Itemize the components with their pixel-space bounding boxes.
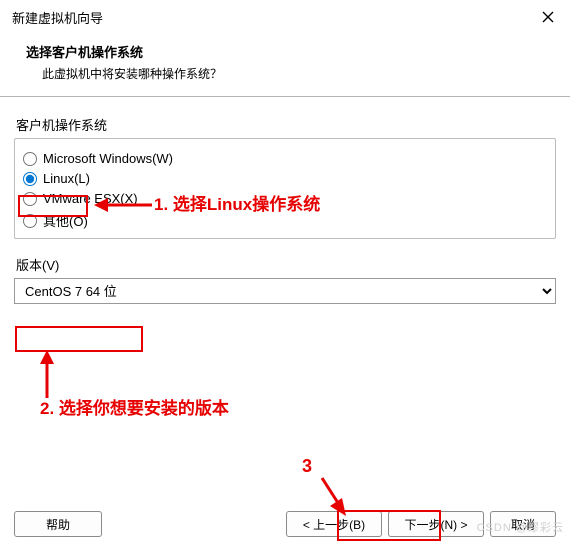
radio-other[interactable] [23, 214, 37, 228]
page-title: 选择客户机操作系统 [26, 42, 544, 61]
next-button[interactable]: 下一步(N) > [388, 511, 484, 537]
back-button[interactable]: < 上一步(B) [286, 511, 382, 537]
annotation-arrow-2 [32, 350, 62, 400]
os-option-windows[interactable]: Microsoft Windows(W) [23, 150, 547, 167]
os-option-other[interactable]: 其他(O) [23, 210, 547, 231]
radio-label: 其他(O) [43, 211, 88, 230]
radio-label: VMware ESX(X) [43, 191, 138, 206]
wizard-header: 选择客户机操作系统 此虚拟机中将安装哪种操作系统？ [0, 32, 570, 97]
button-bar: 帮助 < 上一步(B) 下一步(N) > 取消 [0, 501, 570, 551]
window-title: 新建虚拟机向导 [12, 8, 103, 27]
annotation-box-version [15, 326, 143, 352]
radio-esx[interactable] [23, 192, 37, 206]
version-select-wrap: CentOS 7 64 位 [14, 278, 556, 304]
annotation-text-2: 2. 选择你想要安装的版本 [40, 394, 229, 419]
radio-label: Microsoft Windows(W) [43, 151, 173, 166]
page-subtitle: 此虚拟机中将安装哪种操作系统？ [26, 65, 544, 82]
os-group-box: Microsoft Windows(W) Linux(L) VMware ESX… [14, 138, 556, 239]
radio-windows[interactable] [23, 152, 37, 166]
annotation-text-3: 3 [302, 456, 312, 477]
version-select[interactable]: CentOS 7 64 位 [14, 278, 556, 304]
content-area: 客户机操作系统 Microsoft Windows(W) Linux(L) VM… [0, 97, 570, 304]
radio-label: Linux(L) [43, 171, 90, 186]
radio-linux[interactable] [23, 172, 37, 186]
close-icon[interactable] [538, 7, 558, 27]
help-button[interactable]: 帮助 [14, 511, 102, 537]
titlebar: 新建虚拟机向导 [0, 0, 570, 32]
os-group-label: 客户机操作系统 [14, 115, 556, 134]
os-option-esx[interactable]: VMware ESX(X) [23, 190, 547, 207]
version-label: 版本(V) [14, 255, 556, 274]
os-option-linux[interactable]: Linux(L) [23, 170, 547, 187]
version-group: 版本(V) CentOS 7 64 位 [14, 255, 556, 304]
cancel-button[interactable]: 取消 [490, 511, 556, 537]
